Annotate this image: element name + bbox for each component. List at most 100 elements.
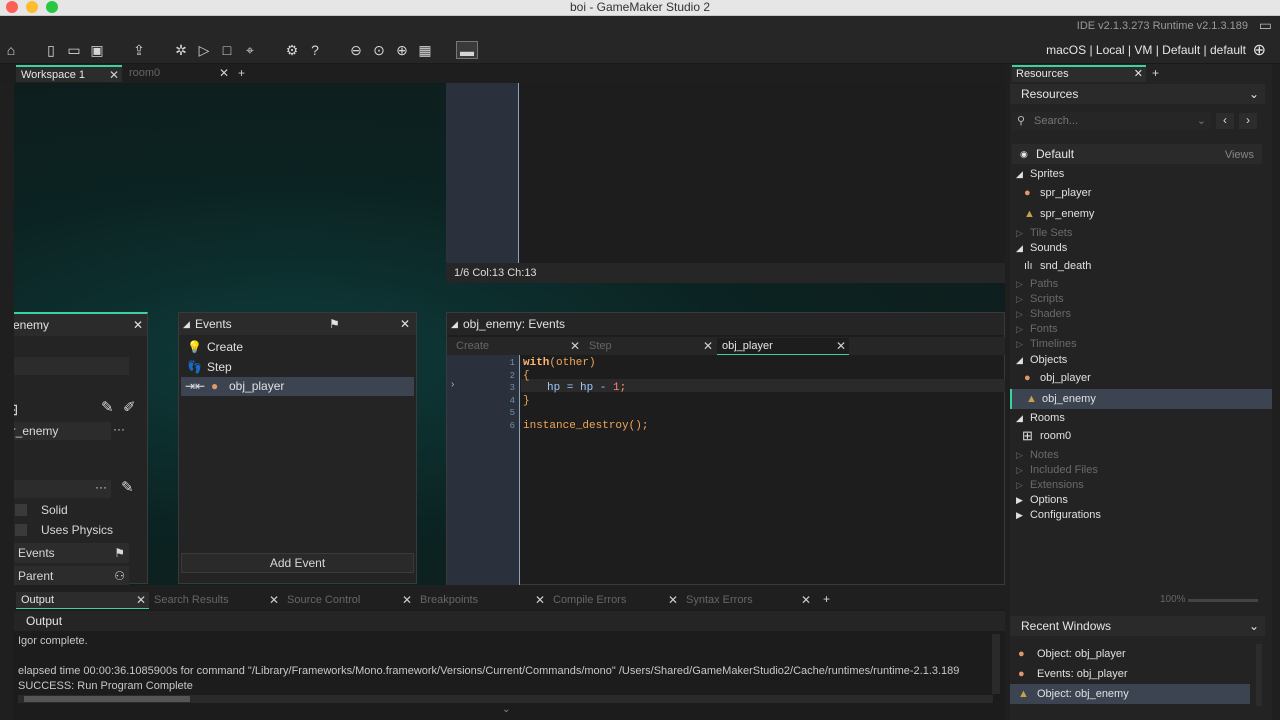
tab-search-results[interactable]: Search Results ✕ xyxy=(149,592,282,609)
stop-icon[interactable]: □ xyxy=(218,41,236,59)
open-project-icon[interactable]: ▭ xyxy=(65,41,83,59)
name-field[interactable] xyxy=(14,357,129,375)
save-icon[interactable]: ▣ xyxy=(88,41,106,59)
close-icon[interactable]: ✕ xyxy=(133,314,143,336)
scrollbar-thumb[interactable] xyxy=(24,696,190,702)
close-icon[interactable]: ✕ xyxy=(801,592,811,609)
home-icon[interactable]: ⌂ xyxy=(2,41,20,59)
collapse-icon[interactable]: ◢ xyxy=(451,313,458,335)
add-tab-icon[interactable]: + xyxy=(823,592,830,606)
events-button[interactable]: Events ⚑ xyxy=(14,543,129,563)
resources-header[interactable]: Resources ⌄ xyxy=(1010,84,1265,104)
tab-compile-errors[interactable]: Compile Errors ✕ xyxy=(548,592,681,609)
forward-icon[interactable]: › xyxy=(1239,113,1257,129)
tab-step[interactable]: Step ✕ xyxy=(584,338,716,355)
close-icon[interactable]: ✕ xyxy=(570,338,580,355)
clean-icon[interactable]: ⌖ xyxy=(241,41,259,59)
close-icon[interactable]: ✕ xyxy=(136,592,146,609)
close-icon[interactable]: ✕ xyxy=(269,592,279,609)
parent-button[interactable]: Parent ⚇ xyxy=(14,566,129,585)
zoom-out-icon[interactable]: ⊖ xyxy=(347,41,365,59)
chevron-down-icon[interactable]: ⌄ xyxy=(1249,84,1259,104)
gear-icon[interactable]: ⚙ xyxy=(283,41,301,59)
mask-more-button[interactable]: ··· xyxy=(95,480,107,494)
close-icon[interactable]: ✕ xyxy=(402,592,412,609)
zoom-window-button[interactable] xyxy=(46,1,58,13)
folder-notes[interactable]: ▷ Notes xyxy=(1010,447,1272,463)
back-icon[interactable]: ‹ xyxy=(1216,113,1234,129)
close-icon[interactable]: ✕ xyxy=(1134,67,1143,82)
flag-icon[interactable]: ⚑ xyxy=(329,313,340,335)
folder-sprites[interactable]: ◢ Sprites xyxy=(1010,166,1272,182)
code-area[interactable]: with(other) { hp = hp - 1; } instance_de… xyxy=(523,357,1003,433)
close-window-button[interactable] xyxy=(6,1,18,13)
folder-rooms[interactable]: ◢ Rooms xyxy=(1010,410,1272,426)
resource-obj-enemy[interactable]: ▲ obj_enemy xyxy=(1010,389,1272,409)
minimize-window-button[interactable] xyxy=(26,1,38,13)
collapse-icon[interactable]: ◢ xyxy=(183,313,190,335)
edit-sprite-icon[interactable]: ✎ xyxy=(101,398,114,416)
sprite-more-button[interactable]: ··· xyxy=(113,422,125,436)
tab-resources[interactable]: Resources ✕ xyxy=(1012,65,1146,82)
tab-workspace[interactable]: Workspace 1 ✕ xyxy=(16,65,122,82)
event-collision-obj-player[interactable]: ⇥⇤ ● obj_player xyxy=(181,377,414,396)
vertical-scrollbar[interactable] xyxy=(992,634,1000,694)
sprite-field[interactable]: or_enemy xyxy=(14,422,111,440)
folder-options[interactable]: ▶ Options xyxy=(1010,492,1272,508)
folder-tilesets[interactable]: ▷ Tile Sets xyxy=(1010,225,1272,241)
folder-shaders[interactable]: ▷ Shaders xyxy=(1010,306,1272,322)
help-icon[interactable]: ? xyxy=(306,41,324,59)
physics-checkbox[interactable] xyxy=(15,524,27,536)
folder-sounds[interactable]: ◢ Sounds xyxy=(1010,240,1272,256)
tab-source-control[interactable]: Source Control ✕ xyxy=(282,592,415,609)
tab-obj-player[interactable]: obj_player ✕ xyxy=(717,338,849,355)
resource-snd-death[interactable]: ılı snd_death xyxy=(1010,258,1272,274)
tab-create[interactable]: Create ✕ xyxy=(451,338,583,355)
folder-objects[interactable]: ◢ Objects xyxy=(1010,352,1272,368)
views-button[interactable]: Views xyxy=(1225,145,1254,165)
chevron-down-icon[interactable]: ⌄ xyxy=(1197,112,1206,130)
tab-room[interactable]: room0 ✕ xyxy=(124,65,232,82)
new-project-icon[interactable]: ▯ xyxy=(42,41,60,59)
workspace-canvas[interactable]: 1/6 Col:13 Ch:13 enemy ✕ ⊞ ✎ ✐ or_enemy … xyxy=(14,83,1005,585)
recent-scrollbar[interactable] xyxy=(1256,644,1262,706)
recent-item[interactable]: ● Events: obj_player xyxy=(1010,666,1272,682)
zoom-reset-icon[interactable]: ⊙ xyxy=(370,41,388,59)
folder-paths[interactable]: ▷ Paths xyxy=(1010,276,1272,292)
close-icon[interactable]: ✕ xyxy=(836,338,846,355)
tab-output[interactable]: Output ✕ xyxy=(16,592,149,609)
target-selector[interactable]: macOS | Local | VM | Default | default xyxy=(1046,43,1246,57)
chat-icon[interactable]: ▭ xyxy=(1259,17,1272,34)
new-sprite-icon[interactable]: ⊞ xyxy=(14,400,18,420)
recent-item[interactable]: ● Object: obj_player xyxy=(1010,646,1272,662)
folder-extensions[interactable]: ▷ Extensions xyxy=(1010,477,1272,493)
resource-obj-player[interactable]: ● obj_player xyxy=(1010,370,1272,386)
close-icon[interactable]: ✕ xyxy=(535,592,545,609)
folder-configurations[interactable]: ▶ Configurations xyxy=(1010,507,1272,523)
fullscreen-icon[interactable]: ▬ xyxy=(456,41,478,59)
export-icon[interactable]: ⇪ xyxy=(130,41,148,59)
tab-breakpoints[interactable]: Breakpoints ✕ xyxy=(415,592,548,609)
resource-spr-player[interactable]: ● spr_player xyxy=(1010,185,1272,201)
close-icon[interactable]: ✕ xyxy=(668,592,678,609)
close-icon[interactable]: ✕ xyxy=(109,67,119,84)
chevron-down-icon[interactable]: ⌄ xyxy=(502,704,510,715)
run-icon[interactable]: ▷ xyxy=(195,41,213,59)
close-icon[interactable]: ✕ xyxy=(703,338,713,355)
close-icon[interactable]: ✕ xyxy=(400,313,410,335)
edit-mask-icon[interactable]: ✎ xyxy=(121,478,134,496)
debug-icon[interactable]: ✲ xyxy=(172,41,190,59)
add-tab-icon[interactable]: + xyxy=(238,66,245,80)
event-create[interactable]: 💡 Create xyxy=(179,338,416,357)
resource-room0[interactable]: ⊞ room0 xyxy=(1010,428,1272,444)
folder-scripts[interactable]: ▷ Scripts xyxy=(1010,291,1272,307)
brush-icon[interactable]: ✐ xyxy=(123,398,136,416)
add-event-button[interactable]: Add Event xyxy=(181,553,414,573)
add-tab-icon[interactable]: + xyxy=(1152,66,1159,80)
recent-item-selected[interactable]: ▲ Object: obj_enemy xyxy=(1010,684,1250,704)
tab-syntax-errors[interactable]: Syntax Errors ✕ xyxy=(681,592,814,609)
horizontal-scrollbar[interactable] xyxy=(18,695,993,703)
event-step[interactable]: 👣 Step xyxy=(179,358,416,377)
resource-spr-enemy[interactable]: ▲ spr_enemy xyxy=(1010,206,1272,222)
solid-checkbox[interactable] xyxy=(15,504,27,516)
